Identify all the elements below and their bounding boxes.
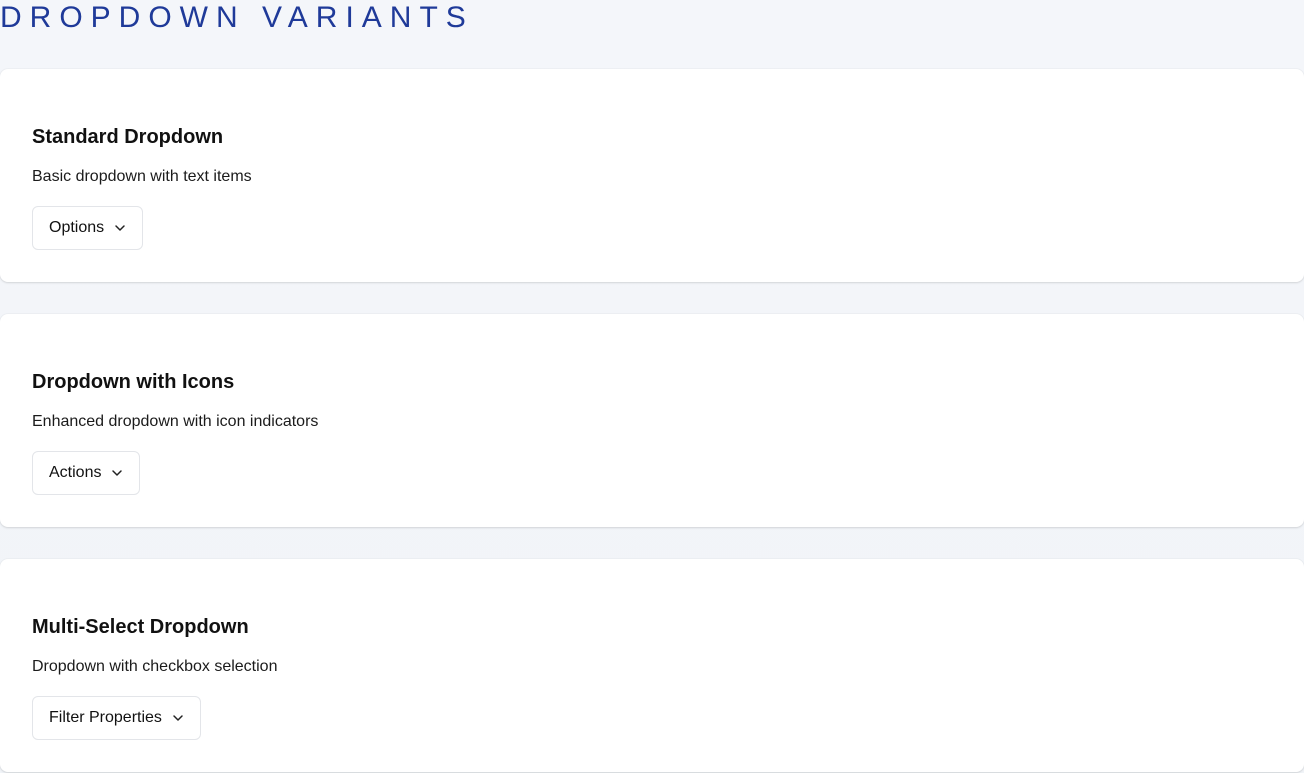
chevron-down-icon xyxy=(114,222,126,234)
card-description: Basic dropdown with text items xyxy=(32,168,252,185)
options-dropdown-button[interactable]: Options xyxy=(32,206,144,250)
card-description: Dropdown with checkbox selection xyxy=(32,658,278,675)
chevron-down-icon xyxy=(172,712,184,724)
dropdown-label: Actions xyxy=(49,464,102,481)
standard-dropdown-card: Standard Dropdown Basic dropdown with te… xyxy=(0,69,1304,282)
multi-select-dropdown-card: Multi-Select Dropdown Dropdown with chec… xyxy=(0,559,1304,772)
page-title: DROPDOWN VARIANTS xyxy=(0,1,474,34)
icons-dropdown-card: Dropdown with Icons Enhanced dropdown wi… xyxy=(0,314,1304,527)
dropdown-label: Filter Properties xyxy=(49,709,162,726)
card-title: Dropdown with Icons xyxy=(32,371,235,393)
actions-dropdown-button[interactable]: Actions xyxy=(32,451,141,495)
card-description: Enhanced dropdown with icon indicators xyxy=(32,413,319,430)
dropdown-label: Options xyxy=(49,219,105,236)
card-title: Standard Dropdown xyxy=(32,126,224,148)
filter-properties-dropdown-button[interactable]: Filter Properties xyxy=(32,696,201,740)
card-title: Multi-Select Dropdown xyxy=(32,616,249,638)
chevron-down-icon xyxy=(111,467,123,479)
